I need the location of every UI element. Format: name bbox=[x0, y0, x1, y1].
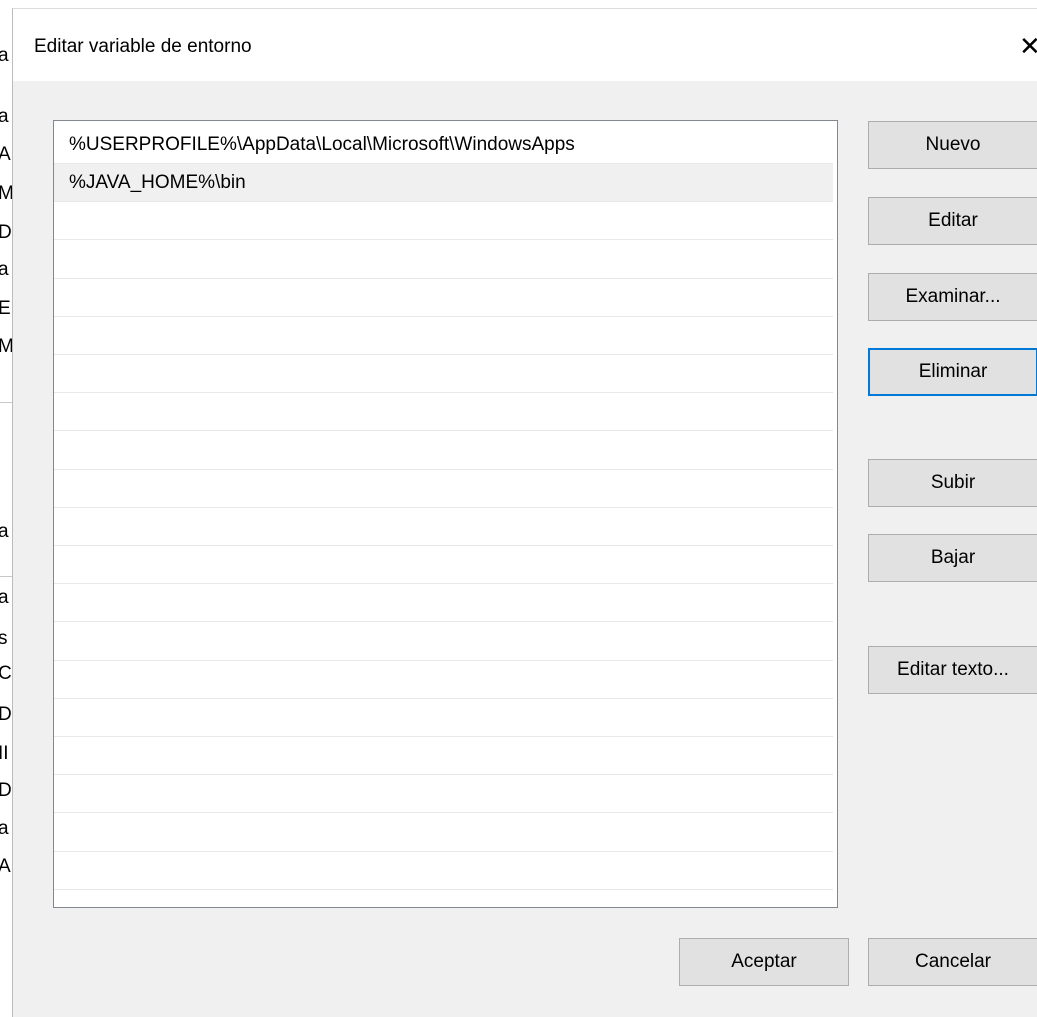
background-text-fragment: a bbox=[0, 521, 9, 542]
background-text-fragment: M bbox=[0, 183, 12, 204]
edit-text-button[interactable]: Editar texto... bbox=[868, 646, 1037, 694]
background-text-fragment: a bbox=[0, 106, 9, 127]
ok-button[interactable]: Aceptar bbox=[679, 938, 849, 986]
background-text-fragment: a bbox=[0, 818, 9, 839]
path-list-empty-row[interactable] bbox=[54, 623, 833, 661]
path-list-item[interactable]: %JAVA_HOME%\bin bbox=[54, 164, 833, 203]
background-text-fragment: II bbox=[0, 743, 9, 764]
background-divider bbox=[0, 576, 12, 577]
new-button[interactable]: Nuevo bbox=[868, 121, 1037, 169]
path-list-empty-row[interactable] bbox=[54, 508, 833, 546]
path-list-empty-row[interactable] bbox=[54, 852, 833, 890]
path-list-empty-row[interactable] bbox=[54, 584, 833, 623]
edit-button[interactable]: Editar bbox=[868, 197, 1037, 245]
background-text-fragment: C bbox=[0, 663, 12, 684]
background-text-fragment: Di bbox=[0, 222, 12, 243]
path-list-empty-row[interactable] bbox=[54, 737, 833, 776]
path-list-item[interactable]: %USERPROFILE%\AppData\Local\Microsoft\Wi… bbox=[54, 126, 833, 164]
background-text-fragment: s bbox=[0, 628, 8, 649]
path-list-empty-row[interactable] bbox=[54, 355, 833, 394]
delete-button[interactable]: Eliminar bbox=[868, 348, 1037, 396]
background-text-fragment: a bbox=[0, 587, 9, 608]
path-item-text: %JAVA_HOME%\bin bbox=[69, 172, 246, 194]
path-list-empty-row[interactable] bbox=[54, 470, 833, 508]
close-icon[interactable]: ✕ bbox=[1019, 31, 1037, 61]
move-down-button[interactable]: Bajar bbox=[868, 534, 1037, 582]
browse-button[interactable]: Examinar... bbox=[868, 273, 1037, 321]
edit-env-variable-dialog: Editar variable de entorno ✕ %USERPROFIL… bbox=[12, 8, 1037, 1017]
background-text-fragment: M bbox=[0, 336, 12, 357]
dialog-title: Editar variable de entorno bbox=[34, 36, 252, 57]
background-text-fragment: D bbox=[0, 704, 12, 725]
background-text-fragment: D bbox=[0, 780, 12, 801]
path-item-text: %USERPROFILE%\AppData\Local\Microsoft\Wi… bbox=[69, 134, 575, 155]
path-list-empty-row[interactable] bbox=[54, 661, 833, 699]
path-list-empty-row[interactable] bbox=[54, 317, 833, 355]
background-divider bbox=[0, 402, 12, 403]
screen: aaAMDiaEMaasCDIIDaA Editar variable de e… bbox=[0, 0, 1037, 1017]
path-list-empty-row[interactable] bbox=[54, 393, 833, 432]
path-list-empty-row[interactable] bbox=[54, 775, 833, 814]
path-list-empty-row[interactable] bbox=[54, 814, 833, 852]
background-text-fragment: A bbox=[0, 144, 11, 165]
path-list-empty-row[interactable] bbox=[54, 432, 833, 470]
cancel-button[interactable]: Cancelar bbox=[868, 938, 1037, 986]
path-list-empty-row[interactable] bbox=[54, 279, 833, 317]
background-text-fragment: a bbox=[0, 259, 9, 280]
path-list-empty-row[interactable] bbox=[54, 699, 833, 737]
path-list-empty-row[interactable] bbox=[54, 202, 833, 241]
title-bar[interactable]: Editar variable de entorno ✕ bbox=[13, 9, 1037, 81]
background-window: aaAMDiaEMaasCDIIDaA bbox=[0, 0, 12, 1017]
background-text-fragment: E bbox=[0, 298, 11, 319]
path-list-empty-row[interactable] bbox=[54, 546, 833, 585]
background-text-fragment: a bbox=[0, 45, 9, 66]
path-list[interactable]: %USERPROFILE%\AppData\Local\Microsoft\Wi… bbox=[53, 120, 838, 908]
path-list-empty-row[interactable] bbox=[54, 241, 833, 279]
background-text-fragment: A bbox=[0, 856, 11, 877]
move-up-button[interactable]: Subir bbox=[868, 459, 1037, 507]
